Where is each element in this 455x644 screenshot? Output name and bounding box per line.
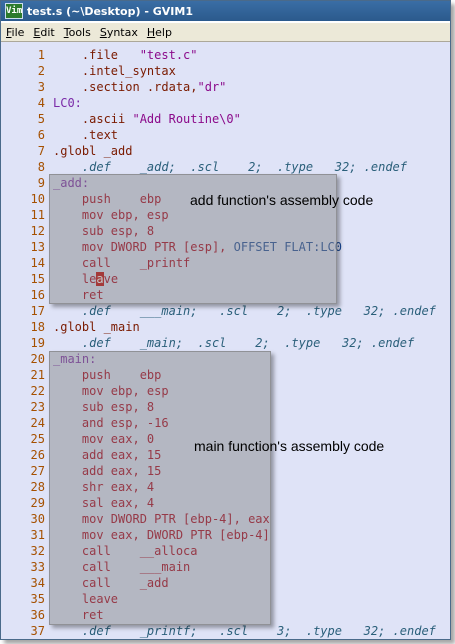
code-line[interactable]: 18 .globl _main: [1, 319, 450, 335]
code-line[interactable]: 19 .def _main; .scl 2; .type 32; .endef: [1, 335, 450, 351]
line-number: 14: [30, 256, 45, 270]
line-number: 31: [30, 528, 45, 542]
line-number: 11: [30, 208, 45, 222]
code-text: .def _add; .scl 2; .type 32; .endef: [53, 159, 407, 175]
code-token: LC0:: [53, 96, 82, 110]
line-number: 17: [30, 304, 45, 318]
code-line[interactable]: 7 .globl _add: [1, 143, 450, 159]
line-number: 29: [30, 496, 45, 510]
code-line[interactable]: 2 .intel_syntax: [1, 63, 450, 79]
code-token: "test.c": [139, 48, 198, 62]
code-token: .intel_syntax: [53, 64, 176, 78]
code-line[interactable]: 17 .def ___main; .scl 2; .type 32; .ende…: [1, 303, 450, 319]
code-token: .def _printf; .scl 3; .type 32; .endef: [53, 624, 436, 638]
menu-bar: File Edit Tools Syntax Help: [1, 23, 450, 42]
line-number: 25: [30, 432, 45, 446]
code-text: .ascii "Add Routine\0": [53, 111, 241, 127]
code-token: .ascii: [53, 112, 133, 126]
code-token: .globl _add: [53, 144, 133, 158]
line-number: 34: [30, 576, 45, 590]
line-number: 2: [37, 64, 45, 78]
menu-file[interactable]: File: [6, 26, 24, 39]
line-number: 3: [37, 80, 45, 94]
line-number: 12: [30, 224, 45, 238]
code-token: .section .rdata,: [53, 80, 198, 94]
line-number: 1: [37, 48, 45, 62]
line-number: 24: [30, 416, 45, 430]
code-text: .def ___main; .scl 2; .type 32; .endef: [53, 303, 436, 319]
line-number: 32: [30, 544, 45, 558]
menu-tools[interactable]: Tools: [64, 26, 91, 39]
code-token: "dr": [197, 80, 227, 94]
code-line[interactable]: 37 .def _printf; .scl 3; .type 32; .ende…: [1, 623, 450, 639]
line-number: 4: [37, 96, 45, 110]
code-text: .def _printf; .scl 3; .type 32; .endef: [53, 623, 436, 639]
menu-help[interactable]: Help: [147, 26, 172, 39]
line-number: 22: [30, 384, 45, 398]
vim-icon: Vim: [5, 3, 23, 19]
title-bar[interactable]: Vim test.s (~\Desktop) - GVIM1: [1, 1, 450, 21]
code-line[interactable]: 1 .file "test.c": [1, 47, 450, 63]
line-number: 18: [30, 320, 45, 334]
line-number: 8: [37, 160, 45, 174]
line-number: 10: [30, 192, 45, 206]
line-number: 6: [37, 128, 45, 142]
line-number: 19: [30, 336, 45, 350]
window-title: test.s (~\Desktop) - GVIM1: [27, 4, 193, 18]
line-number: 33: [30, 560, 45, 574]
line-number: 15: [30, 272, 45, 286]
menu-syntax[interactable]: Syntax: [100, 26, 138, 39]
line-number: 28: [30, 480, 45, 494]
line-number: 27: [30, 464, 45, 478]
code-line[interactable]: 8 .def _add; .scl 2; .type 32; .endef: [1, 159, 450, 175]
code-line[interactable]: 6 .text: [1, 127, 450, 143]
code-text: .globl _add: [53, 143, 132, 159]
line-number: 13: [30, 240, 45, 254]
menu-edit[interactable]: Edit: [33, 26, 54, 39]
code-text: .intel_syntax: [53, 63, 176, 79]
line-number: 9: [37, 176, 45, 190]
line-number: 7: [37, 144, 45, 158]
code-token: .text: [53, 128, 119, 142]
code-token: .def ___main; .scl 2; .type 32; .endef: [53, 304, 436, 318]
line-number: 21: [30, 368, 45, 382]
code-token: .def _main; .scl 2; .type 32; .endef: [53, 336, 415, 350]
line-number: 20: [30, 352, 45, 366]
line-number: 16: [30, 288, 45, 302]
code-token: "Add Routine\0": [132, 112, 241, 126]
code-line[interactable]: 4 LC0:: [1, 95, 450, 111]
code-line[interactable]: 3 .section .rdata,"dr": [1, 79, 450, 95]
code-token: .def _add; .scl 2; .type 32; .endef: [53, 160, 408, 174]
line-number: 30: [30, 512, 45, 526]
main-function-callout: main function's assembly code: [194, 438, 385, 454]
gvim-window: Vim test.s (~\Desktop) - GVIM1 File Edit…: [0, 0, 451, 640]
line-number: 5: [37, 112, 45, 126]
line-number: 23: [30, 400, 45, 414]
code-text: .globl _main: [53, 319, 140, 335]
add-function-callout: add function's assembly code: [190, 192, 374, 208]
code-token: .file: [53, 48, 140, 62]
code-text: .def _main; .scl 2; .type 32; .endef: [53, 335, 414, 351]
line-number: 36: [30, 608, 45, 622]
code-text: .file "test.c": [53, 47, 198, 63]
line-number: 37: [30, 624, 45, 638]
main-function-highlight: [49, 351, 271, 625]
code-token: .globl _main: [53, 320, 140, 334]
code-text: LC0:: [53, 95, 82, 111]
code-text: .text: [53, 127, 118, 143]
line-number: 26: [30, 448, 45, 462]
code-text: .section .rdata,"dr": [53, 79, 227, 95]
code-line[interactable]: 5 .ascii "Add Routine\0": [1, 111, 450, 127]
line-number: 35: [30, 592, 45, 606]
